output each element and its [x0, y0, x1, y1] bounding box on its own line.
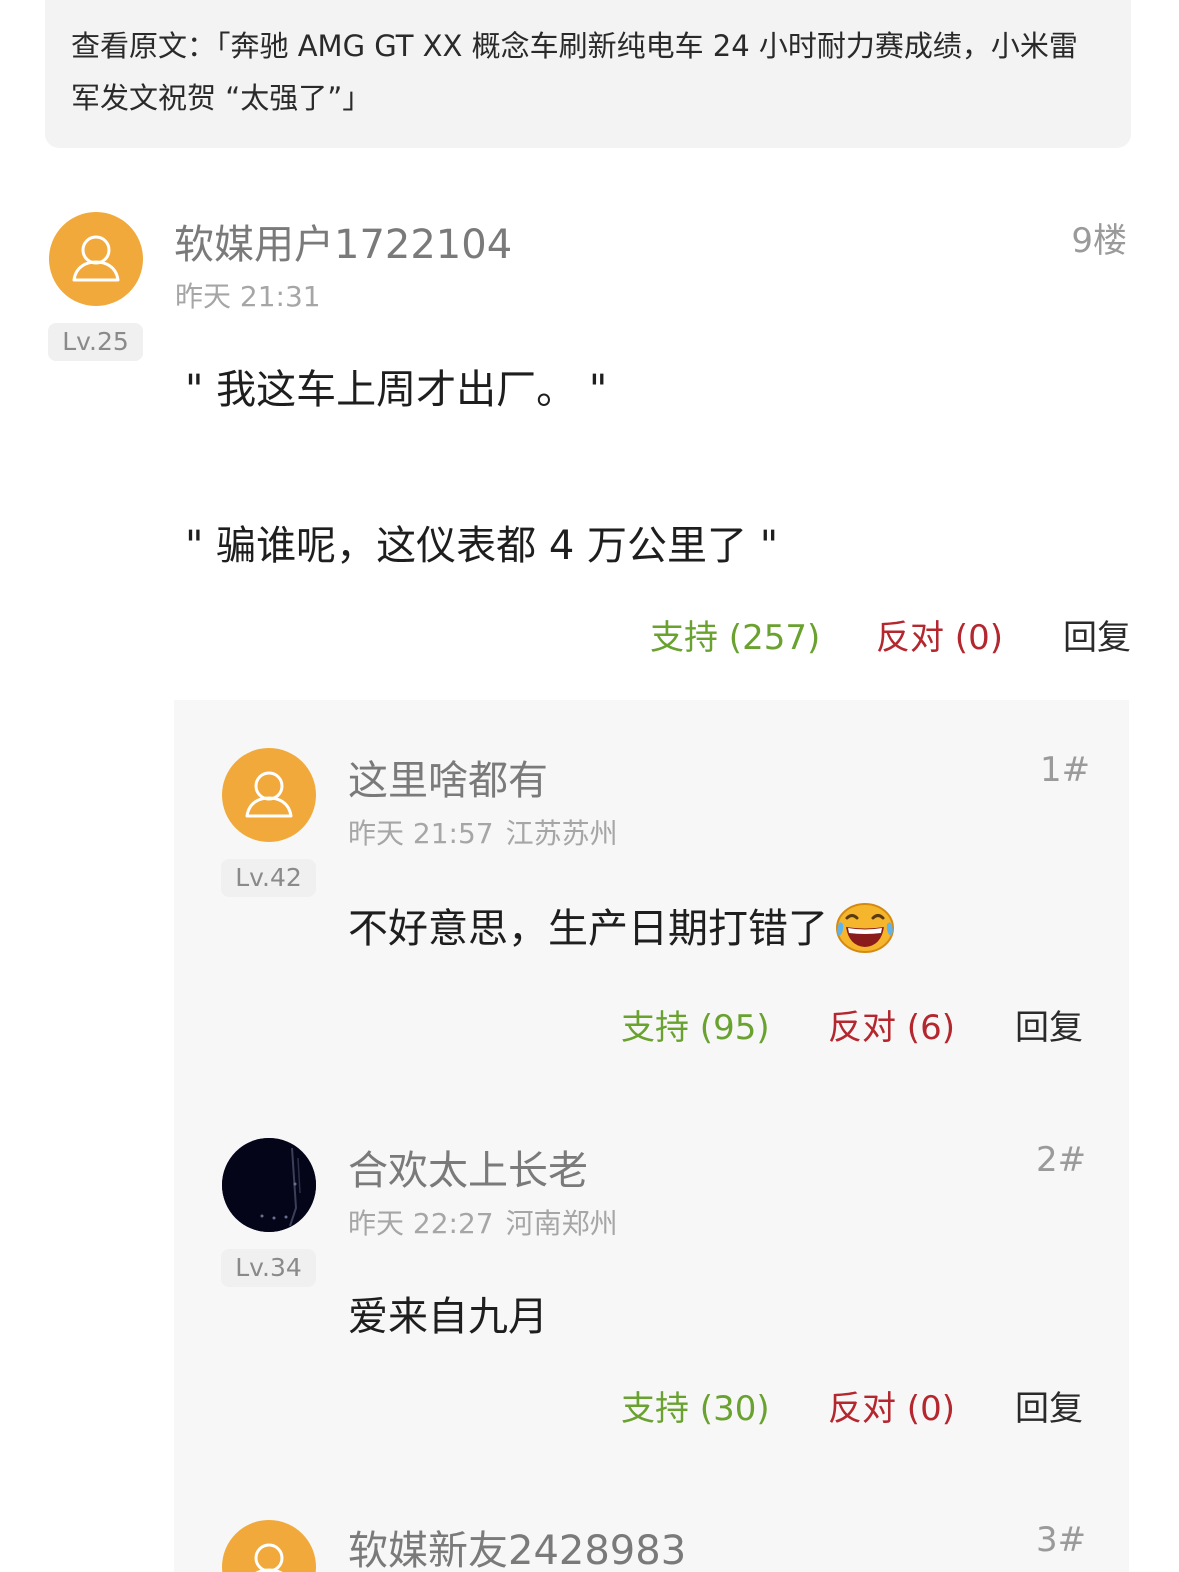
user-level-badge: Lv.34 [221, 1249, 316, 1287]
comment-time: 昨天 21:31 [175, 280, 321, 313]
user-icon [72, 235, 120, 282]
time-text: 昨天 21:57 [348, 817, 494, 850]
reply-text: 不好意思，生产日期打错了 [348, 896, 896, 958]
user-icon [245, 771, 293, 818]
replies-panel [174, 700, 1129, 1572]
avatar[interactable] [222, 1520, 316, 1572]
comment-time: 昨天 21:57 江苏苏州 [348, 812, 618, 852]
source-article-link[interactable]: 查看原文：「奔驰 AMG GT XX 概念车刷新纯电车 24 小时耐力赛成绩，小… [45, 0, 1131, 148]
floor-number: 3# [1036, 1520, 1087, 1560]
laughing-tears-icon [834, 900, 896, 954]
user-level-badge: Lv.25 [48, 323, 143, 361]
reply-button[interactable]: 回复 [1015, 1000, 1083, 1049]
reply-text-body: 不好意思，生产日期打错了 [348, 906, 828, 952]
dark-photo-icon [222, 1138, 316, 1232]
support-button[interactable]: 支持 (95) [621, 1000, 770, 1049]
username[interactable]: 软媒用户1722104 [174, 212, 512, 270]
reply-text: 爱来自九月 [348, 1294, 548, 1340]
floor-number: 2# [1036, 1140, 1087, 1180]
reply-button[interactable]: 回复 [1063, 610, 1131, 659]
floor-number: 9楼 [1071, 221, 1127, 261]
username[interactable]: 合欢太上长老 [348, 1138, 588, 1196]
support-button[interactable]: 支持 (257) [650, 610, 820, 659]
comment-time: 昨天 22:27 河南郑州 [348, 1202, 618, 1242]
avatar[interactable] [222, 1138, 316, 1232]
comment-text-line-1: " 我这车上周才出厂。 " [185, 367, 608, 413]
user-level-badge: Lv.42 [221, 859, 316, 897]
reply-button[interactable]: 回复 [1015, 1381, 1083, 1430]
source-line-2: 军发文祝贺 “太强了”」 [71, 81, 372, 115]
username[interactable]: 这里啥都有 [348, 748, 548, 806]
support-button[interactable]: 支持 (30) [621, 1381, 770, 1430]
user-icon [254, 1543, 284, 1572]
avatar[interactable] [49, 212, 143, 306]
floor-number: 1# [1040, 750, 1091, 790]
username[interactable]: 软媒新友2428983 [348, 1518, 686, 1572]
oppose-button[interactable]: 反对 (6) [828, 1000, 955, 1049]
source-line-1: 查看原文：「奔驰 AMG GT XX 概念车刷新纯电车 24 小时耐力赛成绩，小… [71, 29, 1078, 63]
avatar[interactable] [222, 748, 316, 842]
oppose-button[interactable]: 反对 (0) [876, 610, 1003, 659]
comment-text-line-2: " 骗谁呢，这仪表都 4 万公里了 " [185, 523, 779, 569]
location-text: 江苏苏州 [505, 817, 618, 850]
time-text: 昨天 22:27 [348, 1207, 494, 1240]
location-text: 河南郑州 [505, 1207, 618, 1240]
oppose-button[interactable]: 反对 (0) [828, 1381, 955, 1430]
